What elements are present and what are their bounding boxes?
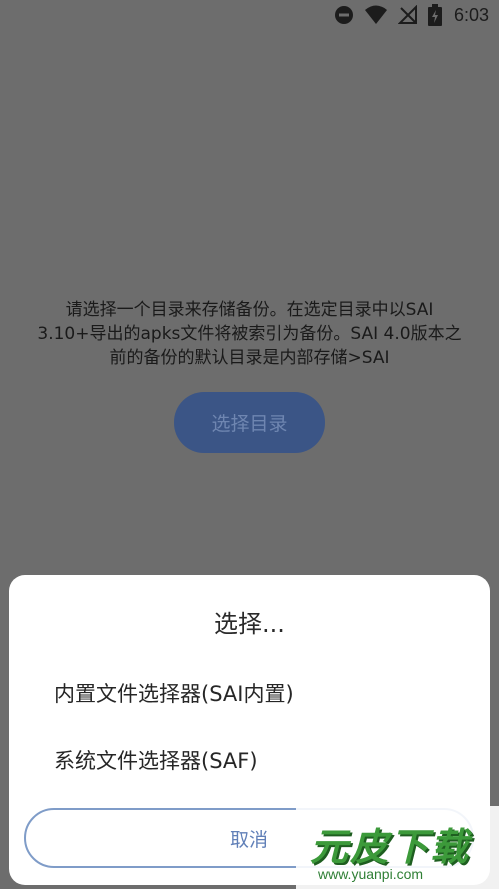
wifi-icon [364,5,388,25]
watermark: 元皮下载 www.yuanpi.com [296,806,499,889]
no-signal-icon [397,5,418,25]
clock: 6:03 [453,4,489,25]
do-not-disturb-icon [334,5,354,25]
message-line: 3.10+导出的apks文件将被索引为备份。SAI 4.0版本之 [37,324,462,344]
cancel-label: 取消 [229,828,268,851]
backup-directory-message: 请选择一个目录来存储备份。在选定目录中以SAI 3.10+导出的apks文件将被… [0,298,499,370]
system-file-picker-option[interactable]: 系统文件选择器(SAF) [54,745,258,775]
dialog-title: 选择... [214,610,285,638]
watermark-logo: 元皮下载 [310,825,471,869]
message-line: 请选择一个目录来存储备份。在选定目录中以SAI [65,300,434,320]
builtin-file-picker-option[interactable]: 内置文件选择器(SAI内置) [54,678,294,708]
watermark-url: www.yuanpi.com [318,866,424,882]
message-line: 前的备份的默认目录是内部存储>SAI [109,348,390,368]
select-directory-button[interactable]: 选择目录 [174,392,325,453]
battery-icon [427,4,442,26]
status-bar: 6:03 [0,0,499,30]
